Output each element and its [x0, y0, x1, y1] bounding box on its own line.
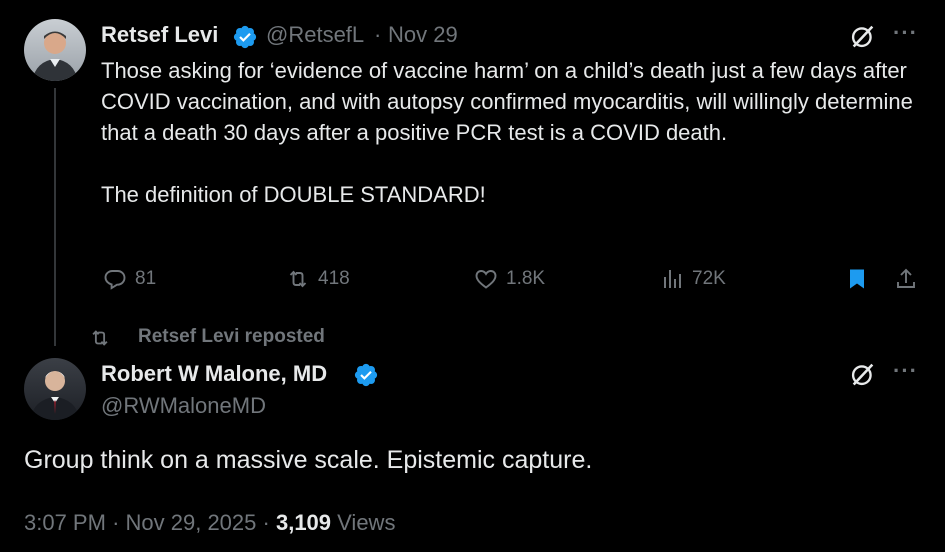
- verified-badge-icon: [233, 25, 257, 49]
- date-separator: ·: [374, 22, 382, 47]
- tweet-text-paragraph: The definition of DOUBLE STANDARD!: [101, 182, 486, 207]
- bookmark-icon: [850, 269, 864, 289]
- reply-button[interactable]: 81: [103, 264, 156, 294]
- bookmark-button[interactable]: [845, 264, 877, 294]
- repost-count: 418: [318, 268, 350, 289]
- tweet-time[interactable]: 3:07 PM: [24, 510, 106, 535]
- meta-separator: ·: [112, 510, 120, 535]
- views-count: 72K: [692, 268, 726, 289]
- reply-count: 81: [135, 268, 157, 289]
- meta-separator: ·: [262, 510, 270, 535]
- tweet-text: Those asking for ‘evidence of vaccine ha…: [101, 55, 931, 210]
- tweet-meta: 3:07 PM · Nov 29, 2025 · 3,109 Views: [24, 510, 395, 536]
- tweet-date[interactable]: Nov 29: [388, 22, 458, 48]
- author-handle[interactable]: @RetsefL: [266, 22, 364, 48]
- author-handle[interactable]: @RWMaloneMD: [101, 393, 266, 419]
- repost-indicator[interactable]: Retsef Levi reposted: [92, 326, 325, 348]
- repost-button[interactable]: 418: [286, 264, 350, 294]
- like-icon: [475, 270, 497, 289]
- more-icon[interactable]: ···: [893, 358, 918, 384]
- author-name[interactable]: Robert W Malone, MD: [101, 361, 327, 387]
- share-icon: [897, 268, 915, 288]
- verified-badge-icon: [354, 363, 378, 387]
- views-label: Views: [337, 510, 396, 535]
- views-button[interactable]: 72K: [660, 264, 726, 294]
- more-icon[interactable]: ···: [893, 20, 918, 46]
- author-name[interactable]: Retsef Levi: [101, 22, 218, 48]
- views-count: 3,109: [275, 510, 332, 535]
- thread-line: [54, 88, 56, 346]
- repost-icon: [92, 330, 108, 346]
- like-count: 1.8K: [506, 268, 546, 289]
- repost-label: Retsef Levi reposted: [138, 326, 325, 347]
- avatar-robert-malone[interactable]: [24, 358, 86, 420]
- tweet-text: Group think on a massive scale. Epistemi…: [24, 446, 593, 474]
- views-icon: [664, 270, 681, 288]
- grok-icon[interactable]: [849, 22, 877, 50]
- tweet-date[interactable]: Nov 29, 2025: [126, 510, 257, 535]
- like-button[interactable]: 1.8K: [474, 264, 545, 294]
- repost-icon: [289, 270, 307, 288]
- reply-icon: [104, 270, 126, 290]
- share-button[interactable]: [894, 264, 926, 294]
- tweet-text-paragraph: Those asking for ‘evidence of vaccine ha…: [101, 58, 913, 145]
- avatar-retsef-levi[interactable]: [24, 19, 86, 81]
- grok-icon[interactable]: [849, 360, 877, 388]
